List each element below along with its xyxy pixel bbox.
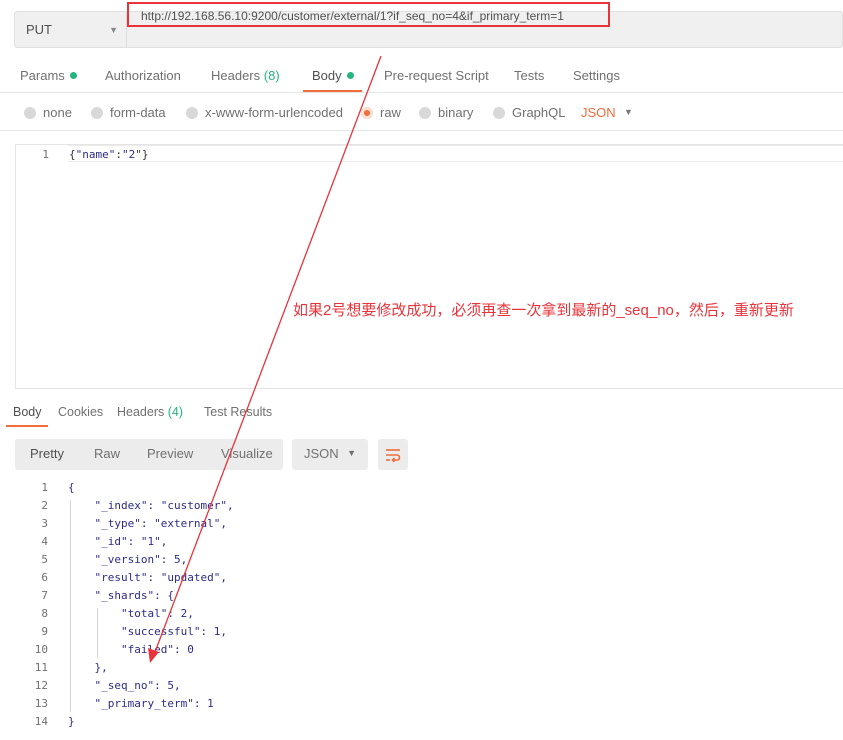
line-number: 9 [41, 625, 48, 638]
radio-raw[interactable]: raw [361, 105, 401, 120]
request-body-editor[interactable]: 1 {"name":"2"} [15, 144, 843, 389]
radio-circle-selected [361, 106, 373, 119]
response-format-label: JSON [304, 446, 339, 461]
radio-binary-label: binary [438, 105, 474, 120]
response-headers-count: (4) [167, 405, 184, 419]
tabs-divider [0, 92, 843, 93]
chevron-down-icon: ▼ [109, 24, 118, 35]
json-key: "name" [75, 148, 116, 161]
radio-urlencoded[interactable]: x-www-form-urlencoded [186, 105, 343, 120]
radio-urlencoded-label: x-www-form-urlencoded [205, 105, 343, 120]
radio-none[interactable]: none [24, 105, 72, 120]
line-number: 1 [41, 481, 48, 494]
view-raw-button[interactable]: Raw [94, 446, 120, 461]
url-input[interactable]: http://192.168.56.10:9200/customer/exter… [127, 2, 610, 27]
tab-body-label: Body [312, 68, 342, 83]
line-number: 6 [41, 571, 48, 584]
tab-prerequest-script[interactable]: Pre-request Script [384, 68, 489, 83]
tab-params-label: Params [20, 68, 65, 83]
response-code-line: }, [68, 661, 108, 674]
tab-params[interactable]: Params [20, 68, 77, 83]
radio-circle [24, 106, 36, 119]
chevron-down-icon[interactable]: ▼ [624, 107, 633, 117]
annotation-text: 如果2号想要修改成功，必须再查一次拿到最新的_seq_no，然后，重新更新 [293, 302, 794, 319]
line-number: 1 [42, 148, 49, 161]
params-indicator-dot [69, 72, 77, 80]
response-code-line: { [68, 481, 75, 494]
radio-circle [493, 106, 505, 119]
view-preview-button[interactable]: Preview [147, 446, 193, 461]
response-tab-body[interactable]: Body [13, 405, 42, 419]
line-number: 12 [34, 679, 48, 692]
response-tab-headers[interactable]: Headers (4) [117, 405, 183, 419]
radio-none-label: none [43, 105, 72, 120]
line-number: 2 [41, 499, 48, 512]
tab-tests[interactable]: Tests [514, 68, 544, 83]
tab-settings[interactable]: Settings [573, 68, 620, 83]
line-number: 10 [34, 643, 48, 656]
body-format-select[interactable]: JSON [581, 105, 616, 120]
line-number: 13 [34, 697, 48, 710]
response-code-line: } [68, 715, 75, 728]
line-number: 11 [34, 661, 48, 674]
bodytype-divider [0, 130, 843, 131]
line-number: 3 [41, 517, 48, 530]
brace-close: } [141, 148, 149, 161]
response-code-line: "_primary_term": 1 [68, 697, 214, 710]
radio-binary[interactable]: binary [419, 105, 473, 120]
radio-raw-label: raw [380, 105, 401, 120]
response-tab-cookies[interactable]: Cookies [58, 405, 103, 419]
line-number: 8 [41, 607, 48, 620]
view-pretty-button[interactable]: Pretty [30, 446, 64, 461]
tab-headers[interactable]: Headers (8) [211, 68, 280, 83]
json-value: "2" [122, 148, 142, 161]
response-active-tab-indicator [6, 425, 48, 427]
radio-circle [91, 106, 103, 119]
response-code-line: "_seq_no": 5, [68, 679, 181, 692]
json-colon: : [115, 148, 122, 161]
response-format-select[interactable]: JSON ▼ [292, 439, 368, 470]
chevron-down-icon: ▼ [347, 448, 356, 458]
radio-form-data-label: form-data [110, 105, 166, 120]
line-number: 14 [34, 715, 48, 728]
response-code-line: "_index": "customer", [68, 499, 234, 512]
response-code-line: "_type": "external", [68, 517, 227, 530]
response-code-line: "successful": 1, [68, 625, 227, 638]
radio-graphql[interactable]: GraphQL [493, 105, 565, 120]
method-select[interactable]: PUT ▼ [15, 12, 127, 47]
radio-circle [419, 106, 431, 119]
view-visualize-button[interactable]: Visualize [221, 446, 273, 461]
line-number: 5 [41, 553, 48, 566]
response-code-line: "total": 2, [68, 607, 194, 620]
line-number: 7 [41, 589, 48, 602]
response-tab-headers-label: Headers [117, 405, 165, 419]
method-label: PUT [26, 22, 52, 37]
response-code-line: "_id": "1", [68, 535, 168, 548]
radio-graphql-label: GraphQL [512, 105, 566, 120]
body-indicator-dot [346, 72, 354, 80]
line-number: 4 [41, 535, 48, 548]
headers-count: (8) [263, 68, 280, 83]
radio-circle [186, 106, 198, 119]
tab-headers-label: Headers [211, 68, 261, 83]
wrap-lines-button[interactable] [378, 439, 408, 470]
response-code-line: "result": "updated", [68, 571, 227, 584]
response-tab-test-results[interactable]: Test Results [204, 405, 272, 419]
response-code-line: "_shards": { [68, 589, 174, 602]
response-code-line: "failed": 0 [68, 643, 194, 656]
wrap-lines-icon [386, 448, 401, 462]
tab-authorization[interactable]: Authorization [105, 68, 181, 83]
active-line-highlight [68, 145, 843, 162]
tab-body[interactable]: Body [312, 68, 354, 83]
radio-form-data[interactable]: form-data [91, 105, 166, 120]
brace-open: { [69, 148, 76, 161]
request-body-code: {"name":"2"} [69, 148, 149, 161]
response-code-line: "_version": 5, [68, 553, 188, 566]
